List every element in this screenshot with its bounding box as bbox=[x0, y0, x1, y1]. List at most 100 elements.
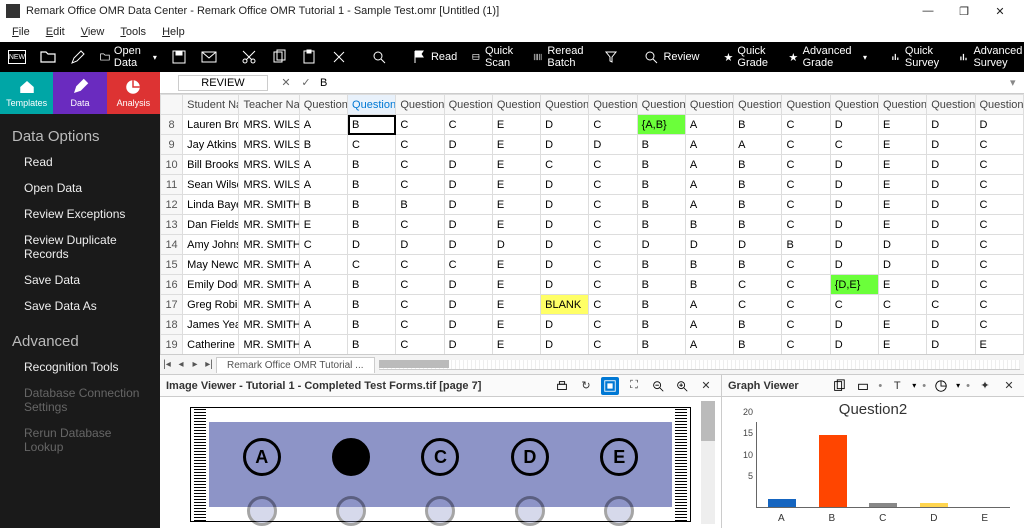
grid-cell[interactable]: A bbox=[685, 315, 733, 335]
grid-cell[interactable]: C bbox=[589, 155, 637, 175]
grid-cell[interactable]: A bbox=[685, 115, 733, 135]
grid-cell[interactable]: Linda Bayer bbox=[183, 195, 239, 215]
grid-cell[interactable]: Jay Atkins bbox=[183, 135, 239, 155]
open-folder-button[interactable] bbox=[38, 42, 58, 72]
grid-cell[interactable]: C bbox=[396, 215, 444, 235]
grid-cell[interactable]: C bbox=[782, 215, 830, 235]
grid-cell[interactable]: C bbox=[589, 235, 637, 255]
grid-cell[interactable]: May Newcor bbox=[183, 255, 239, 275]
grid-cell[interactable]: James Yeage bbox=[183, 315, 239, 335]
grid-cell[interactable]: C bbox=[975, 295, 1024, 315]
grid-cell[interactable]: B bbox=[348, 215, 396, 235]
grid-cell[interactable]: E bbox=[878, 315, 926, 335]
quick-grade-button[interactable]: ★Quick Grade bbox=[722, 42, 777, 72]
sort-button[interactable] bbox=[601, 42, 621, 72]
grid-cell[interactable]: Lauren Brow bbox=[183, 115, 239, 135]
grid-cell[interactable]: D bbox=[541, 235, 589, 255]
grid-cell[interactable]: D bbox=[541, 135, 589, 155]
grid-cell[interactable]: D bbox=[830, 155, 878, 175]
close-button[interactable]: ✕ bbox=[982, 0, 1018, 22]
email-button[interactable] bbox=[199, 42, 219, 72]
row-number[interactable]: 19 bbox=[161, 335, 183, 355]
menu-tools[interactable]: Tools bbox=[112, 24, 154, 40]
grid-cell[interactable]: B bbox=[637, 275, 685, 295]
grid-cell[interactable]: MRS. WILSO bbox=[239, 175, 299, 195]
grid-cell[interactable]: Dan Fields bbox=[183, 215, 239, 235]
grid-cell[interactable]: D bbox=[927, 155, 975, 175]
grid-cell[interactable]: E bbox=[492, 295, 540, 315]
grid-cell[interactable]: D bbox=[541, 275, 589, 295]
column-header[interactable]: Question4 bbox=[444, 95, 492, 115]
grid-cell[interactable]: B bbox=[396, 195, 444, 215]
grid-cell[interactable]: B bbox=[734, 155, 782, 175]
grid-cell[interactable]: B bbox=[348, 155, 396, 175]
grid-cell[interactable]: B bbox=[685, 275, 733, 295]
grid-cell[interactable]: D bbox=[927, 335, 975, 355]
grid-cell[interactable]: E bbox=[878, 275, 926, 295]
menu-view[interactable]: View bbox=[73, 24, 113, 40]
grid-cell[interactable]: C bbox=[444, 115, 492, 135]
grid-cell[interactable]: BLANK bbox=[541, 295, 589, 315]
grid-cell[interactable]: B bbox=[637, 335, 685, 355]
grid-cell[interactable]: E bbox=[492, 195, 540, 215]
grid-cell[interactable]: D bbox=[541, 115, 589, 135]
column-header[interactable]: Question5 bbox=[492, 95, 540, 115]
grid-cell[interactable]: C bbox=[589, 275, 637, 295]
grid-cell[interactable]: B bbox=[637, 135, 685, 155]
zoom-out-button[interactable] bbox=[649, 377, 667, 395]
grid-cell[interactable]: A bbox=[685, 295, 733, 315]
grid-cell[interactable]: D bbox=[878, 235, 926, 255]
grid-cell[interactable]: C bbox=[878, 295, 926, 315]
grid-cell[interactable]: E bbox=[492, 255, 540, 275]
grid-cell[interactable]: D bbox=[927, 255, 975, 275]
grid-cell[interactable]: D bbox=[541, 315, 589, 335]
grid-cell[interactable]: C bbox=[348, 135, 396, 155]
grid-cell[interactable]: B bbox=[299, 195, 347, 215]
grid-cell[interactable]: C bbox=[975, 155, 1024, 175]
grid-cell[interactable]: B bbox=[299, 135, 347, 155]
row-number[interactable]: 16 bbox=[161, 275, 183, 295]
grid-cell[interactable]: MRS. WILSO bbox=[239, 135, 299, 155]
grid-cell[interactable]: E bbox=[878, 135, 926, 155]
grid-cell[interactable]: C bbox=[975, 175, 1024, 195]
grid-cell[interactable]: C bbox=[541, 155, 589, 175]
grid-cell[interactable]: B bbox=[637, 155, 685, 175]
grid-cell[interactable]: C bbox=[782, 195, 830, 215]
grid-cell[interactable]: D bbox=[589, 135, 637, 155]
column-header[interactable]: Question10 bbox=[734, 95, 782, 115]
row-number[interactable]: 8 bbox=[161, 115, 183, 135]
tile-analysis[interactable]: Analysis bbox=[107, 72, 160, 114]
grid-cell[interactable]: C bbox=[782, 315, 830, 335]
sidebar-item-review-duplicate[interactable]: Review Duplicate Records bbox=[0, 227, 160, 267]
row-number[interactable]: 14 bbox=[161, 235, 183, 255]
grid-cell[interactable]: B bbox=[637, 195, 685, 215]
grid-cell[interactable]: C bbox=[396, 175, 444, 195]
grid-cell[interactable]: E bbox=[878, 175, 926, 195]
grid-cell[interactable]: Bill Brooks bbox=[183, 155, 239, 175]
grid-cell[interactable]: B bbox=[685, 215, 733, 235]
open-data-button[interactable]: Open Data▾ bbox=[98, 42, 159, 72]
grid-cell[interactable]: D bbox=[734, 235, 782, 255]
save-button[interactable] bbox=[169, 42, 189, 72]
column-header[interactable]: Question7 bbox=[589, 95, 637, 115]
grid-cell[interactable]: D bbox=[541, 335, 589, 355]
grid-cell[interactable]: C bbox=[396, 155, 444, 175]
grid-cell[interactable]: E bbox=[878, 115, 926, 135]
grid-cell[interactable]: D bbox=[927, 315, 975, 335]
column-header[interactable]: Question9 bbox=[685, 95, 733, 115]
grid-cell[interactable]: D bbox=[444, 175, 492, 195]
grid-cell[interactable]: B bbox=[348, 295, 396, 315]
grid-cell[interactable]: {A,B} bbox=[637, 115, 685, 135]
grid-cell[interactable]: A bbox=[685, 335, 733, 355]
grid-cell[interactable]: MRS. WILSO bbox=[239, 115, 299, 135]
sidebar-item-recognition-tools[interactable]: Recognition Tools bbox=[0, 354, 160, 380]
column-header[interactable]: Question3 bbox=[396, 95, 444, 115]
grid-cell[interactable]: C bbox=[830, 135, 878, 155]
grid-cell[interactable]: A bbox=[299, 115, 347, 135]
review-button[interactable]: Review bbox=[641, 42, 701, 72]
grid-cell[interactable]: C bbox=[782, 255, 830, 275]
grid-cell[interactable]: D bbox=[541, 215, 589, 235]
copy-chart-button[interactable] bbox=[830, 377, 848, 395]
row-number[interactable]: 18 bbox=[161, 315, 183, 335]
grid-cell[interactable]: D bbox=[830, 175, 878, 195]
